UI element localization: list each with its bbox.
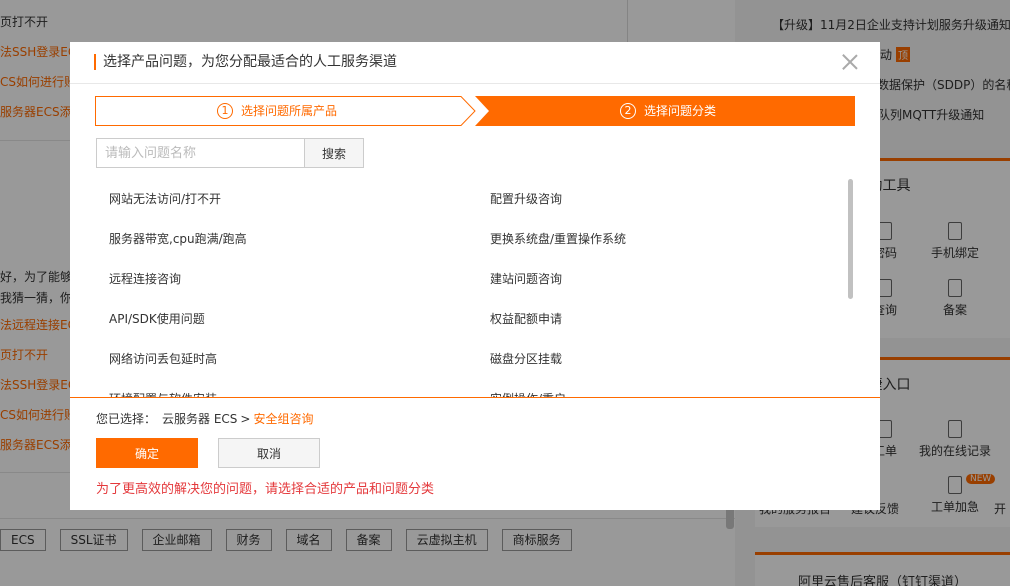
cancel-button[interactable]: 取消 <box>218 438 320 468</box>
selected-product: 云服务器 ECS <box>162 412 238 426</box>
issue-item[interactable]: 实例操作/重启 <box>477 379 836 397</box>
issue-list: 网站无法访问/打不开 配置升级咨询 服务器带宽,cpu跑满/跑高 更换系统盘/重… <box>96 179 858 397</box>
validation-hint: 为了更高效的解决您的问题，请选择合适的产品和问题分类 <box>96 482 435 497</box>
issue-item[interactable]: 权益配额申请 <box>477 299 836 339</box>
step-1-label: 选择问题所属产品 <box>241 104 338 118</box>
selection-separator: > <box>240 412 251 426</box>
divider <box>70 397 880 398</box>
selection-summary: 您已选择： 云服务器 ECS > 安全组咨询 <box>96 410 314 427</box>
problem-select-dialog: 选择产品问题，为您分配最适合的人工服务渠道 1 选择问题所属产品 2 选择问题分… <box>70 42 880 510</box>
step-2-label: 选择问题分类 <box>644 104 717 118</box>
issue-item[interactable]: 建站问题咨询 <box>477 259 836 299</box>
issue-item[interactable]: 配置升级咨询 <box>477 179 836 219</box>
scroll-thumb[interactable] <box>848 179 853 299</box>
confirm-button[interactable]: 确定 <box>96 438 198 468</box>
step-1[interactable]: 1 选择问题所属产品 <box>95 96 476 126</box>
selection-label: 您已选择： <box>96 412 157 426</box>
step-1-number: 1 <box>217 103 233 119</box>
close-icon[interactable] <box>842 54 858 70</box>
issue-item[interactable]: 远程连接咨询 <box>96 259 477 299</box>
dialog-title: 选择产品问题，为您分配最适合的人工服务渠道 <box>94 54 397 70</box>
search-bar: 搜索 <box>96 138 364 168</box>
issue-item[interactable]: 服务器带宽,cpu跑满/跑高 <box>96 219 477 259</box>
dialog-header: 选择产品问题，为您分配最适合的人工服务渠道 <box>70 42 880 84</box>
issue-item[interactable]: 更换系统盘/重置操作系统 <box>477 219 836 259</box>
issue-item[interactable]: API/SDK使用问题 <box>96 299 477 339</box>
step-2-number: 2 <box>620 103 636 119</box>
issue-item[interactable]: 网络访问丢包延时高 <box>96 339 477 379</box>
selected-category: 安全组咨询 <box>253 412 314 426</box>
step-2[interactable]: 2 选择问题分类 <box>475 96 855 126</box>
issue-item[interactable]: 网站无法访问/打不开 <box>96 179 477 219</box>
step-indicator: 1 选择问题所属产品 2 选择问题分类 <box>95 96 855 126</box>
search-button[interactable]: 搜索 <box>304 138 364 168</box>
issue-list-scrollbar[interactable] <box>846 179 854 301</box>
search-input[interactable] <box>96 138 304 168</box>
issue-item[interactable]: 磁盘分区挂载 <box>477 339 836 379</box>
issue-item[interactable]: 环境配置与软件安装 <box>96 379 477 397</box>
